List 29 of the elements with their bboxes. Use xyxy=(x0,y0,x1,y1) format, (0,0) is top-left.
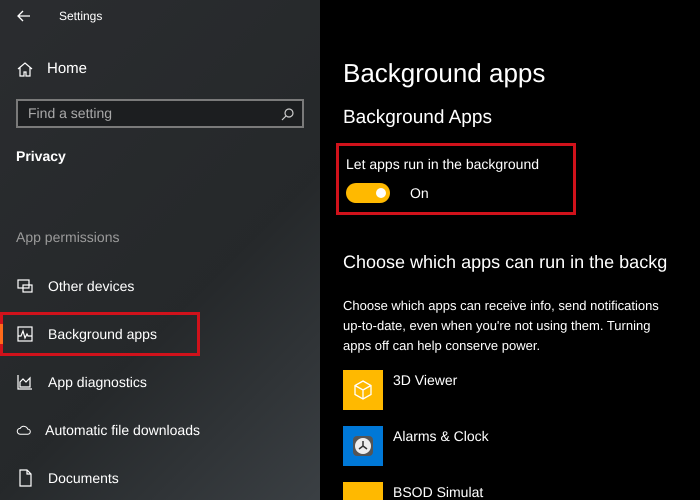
subsection-title: Background Apps xyxy=(343,106,493,130)
back-arrow-icon[interactable] xyxy=(17,10,31,22)
section-label: App permissions xyxy=(15,228,120,247)
nav-item[interactable]: Background apps xyxy=(0,312,200,356)
clock-icon xyxy=(351,434,375,458)
nav-item[interactable]: Other devices xyxy=(0,264,200,308)
search-field[interactable]: Find a setting xyxy=(16,98,304,128)
app-name: 3D Viewer xyxy=(393,370,458,390)
app-name: BSOD Simulat xyxy=(393,482,484,500)
nav-item[interactable]: Documents xyxy=(0,456,200,500)
home-icon xyxy=(17,61,33,78)
toggle-label: Let apps run in the background xyxy=(346,154,540,174)
page-title: Background apps xyxy=(343,57,546,90)
section-heading: Choose which apps can run in the backg xyxy=(343,250,668,274)
area-chart-icon xyxy=(16,373,34,391)
category-heading: Privacy xyxy=(15,147,67,166)
description-text: Choose which apps can receive info, send notifications up-to-date, even when you're not using them. Turning apps off can help conserve power. xyxy=(343,296,660,355)
toggle-switch[interactable] xyxy=(346,183,390,203)
devices-icon xyxy=(16,277,34,295)
window-title: Settings xyxy=(59,8,102,26)
search-icon xyxy=(281,108,294,121)
home-nav-item[interactable]: Home xyxy=(0,56,320,83)
selection-accent-bar xyxy=(0,324,3,344)
nav-item[interactable]: App diagnostics xyxy=(0,360,200,404)
nav-item[interactable]: Automatic file downloads xyxy=(0,408,200,452)
toggle-state-text: On xyxy=(410,184,429,202)
app-name: Alarms & Clock xyxy=(393,426,489,446)
activity-chart-icon xyxy=(16,325,34,343)
cube-icon xyxy=(352,378,374,400)
